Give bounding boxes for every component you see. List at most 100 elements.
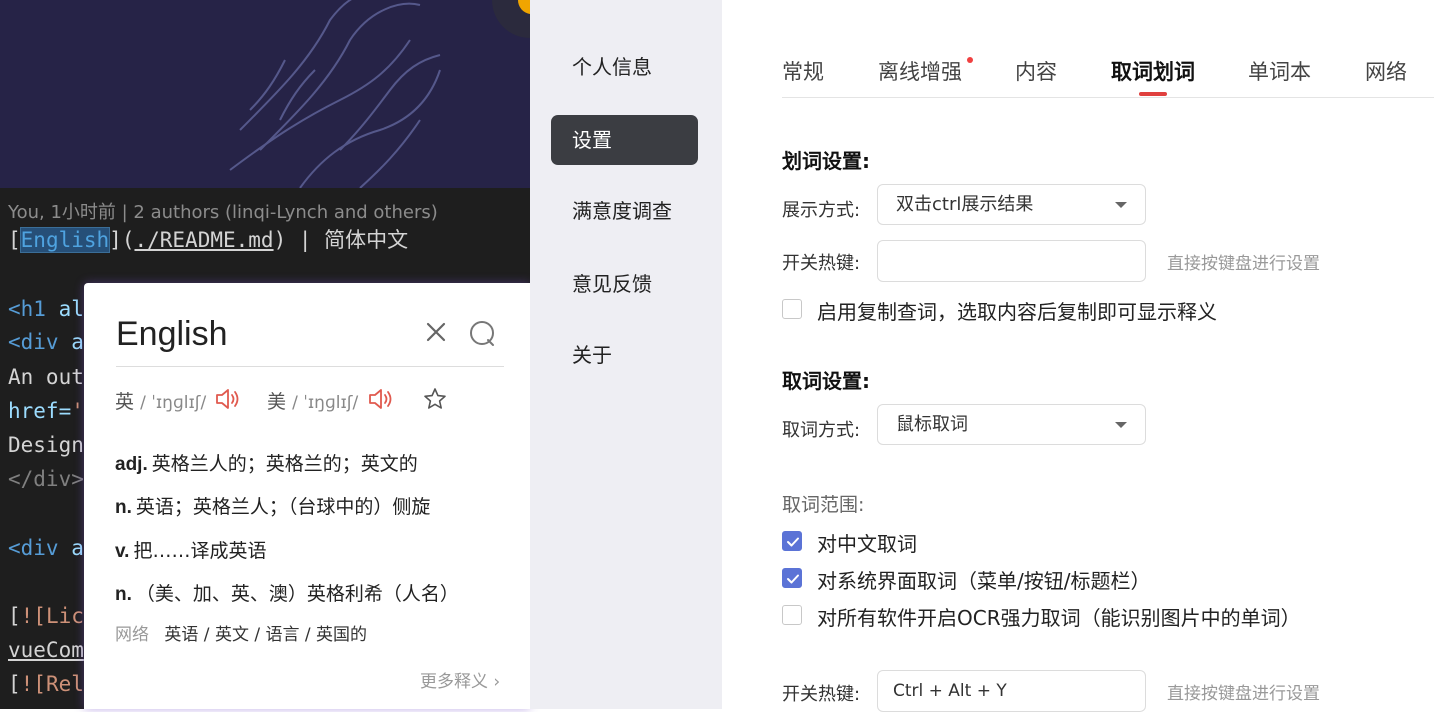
code-text: Design	[8, 433, 84, 457]
code-line: href='	[8, 397, 84, 425]
definition-text: 把……译成英语	[133, 540, 267, 562]
web-label: 网络	[115, 625, 149, 645]
capture-section-title: 取词设置:	[782, 369, 870, 393]
definition-item: n. 英语；英格兰人；（台球中的）侧旋	[115, 492, 430, 519]
code-bracket: ]	[109, 228, 122, 252]
definition-text: 英语；英格兰人；（台球中的）侧旋	[135, 496, 431, 518]
git-blame-text: You, 1小时前 | 2 authors (linqi-Lynch and o…	[8, 202, 438, 223]
code-text: An out	[8, 365, 84, 389]
copy-lookup-checkbox[interactable]	[782, 299, 802, 319]
us-pronunciation: 美 / ˈɪŋɡlɪʃ/	[267, 387, 358, 414]
uk-phonetic: / ˈɪŋɡlɪʃ/	[140, 393, 207, 413]
code-tag: >	[71, 467, 84, 491]
speaker-icon[interactable]	[367, 386, 395, 412]
more-definitions-link[interactable]: 更多释义 ›	[420, 667, 500, 692]
highlight-section-title: 划词设置:	[782, 149, 870, 173]
code-tag: </div	[8, 467, 72, 491]
definition-item: v. 把……译成英语	[115, 536, 266, 563]
capture-ocr-label: 对所有软件开启OCR强力取词（能识别图片中的单词）	[817, 606, 1301, 630]
capture-mode-value: 鼠标取词	[896, 414, 968, 435]
checkmark-icon	[787, 574, 799, 584]
active-tab-indicator	[1139, 92, 1167, 96]
capture-option-chinese[interactable]: 对中文取词	[782, 531, 982, 556]
code-line-readme-link[interactable]: [English](./README.md) | 简体中文	[8, 226, 408, 254]
definition-item: adj. 英格兰人的；英格兰的；英文的	[115, 449, 418, 476]
popup-headword: English	[116, 315, 228, 353]
code-attr: a	[58, 536, 84, 560]
capture-mode-label: 取词方式:	[782, 420, 861, 441]
code-string: '	[71, 399, 84, 423]
uk-label: 英	[115, 391, 135, 413]
code-line: </div>	[8, 465, 84, 493]
tab-content[interactable]: 内容	[1015, 56, 1057, 86]
tab-wordbook[interactable]: 单词本	[1248, 56, 1311, 86]
sidebar-item-survey[interactable]: 满意度调查	[551, 186, 698, 236]
definition-text: 英格兰人的；英格兰的；英文的	[151, 453, 418, 475]
capture-option-ocr[interactable]: 对所有软件开启OCR强力取词（能识别图片中的单词）	[782, 605, 1342, 630]
search-icon[interactable]	[468, 319, 496, 347]
settings-content: 常规 离线增强 内容 取词划词 单词本 网络 划词设置: 展示方式: 双击ctr…	[722, 0, 1434, 712]
code-tag: <h1	[8, 297, 46, 321]
sidebar-item-feedback[interactable]: 意见反馈	[551, 259, 698, 309]
sidebar-item-profile[interactable]: 个人信息	[551, 42, 698, 92]
highlight-hotkey-hint: 直接按键盘进行设置	[1167, 254, 1320, 274]
uk-pronunciation: 英 / ˈɪŋɡlɪʃ/	[115, 387, 206, 414]
display-mode-value: 双击ctrl展示结果	[896, 194, 1034, 215]
display-mode-label: 展示方式:	[782, 200, 861, 221]
code-line: An out	[8, 363, 84, 391]
us-label: 美	[267, 391, 287, 413]
tab-general[interactable]: 常规	[782, 56, 824, 86]
tab-network[interactable]: 网络	[1365, 56, 1407, 86]
code-bracket: [	[8, 672, 21, 696]
capture-hotkey-input[interactable]: Ctrl + Alt + Y	[877, 670, 1146, 712]
selected-word[interactable]: English	[19, 227, 111, 253]
code-line: <div a	[8, 328, 84, 356]
settings-sidebar: 个人信息 设置 满意度调查 意见反馈 关于	[530, 0, 722, 709]
capture-chinese-checkbox[interactable]	[782, 531, 802, 551]
code-line: Design	[8, 431, 84, 459]
code-text: | 简体中文	[286, 228, 409, 252]
sidebar-item-settings[interactable]: 设置	[551, 115, 698, 165]
code-paren: (	[121, 228, 135, 252]
display-mode-select[interactable]: 双击ctrl展示结果	[877, 184, 1146, 225]
capture-mode-select[interactable]: 鼠标取词	[877, 404, 1146, 445]
code-attr: href=	[8, 399, 72, 423]
code-line: vueCom	[8, 636, 84, 664]
chevron-down-icon	[1115, 422, 1127, 428]
part-of-speech: adj.	[115, 454, 148, 475]
readme-link[interactable]: ./README.md	[134, 228, 273, 252]
tab-word-capture[interactable]: 取词划词	[1111, 56, 1195, 86]
speaker-icon[interactable]	[214, 386, 242, 412]
capture-system-ui-label: 对系统界面取词（菜单/按钮/标题栏）	[817, 569, 1151, 593]
tabs-divider	[782, 97, 1434, 98]
copy-lookup-option[interactable]: 启用复制查词，选取内容后复制即可显示释义	[782, 299, 1262, 324]
tab-offline[interactable]: 离线增强	[878, 56, 962, 86]
sidebar-item-about[interactable]: 关于	[551, 330, 698, 380]
close-icon[interactable]	[423, 319, 449, 345]
code-string: ![Rel	[20, 672, 84, 696]
capture-chinese-label: 对中文取词	[817, 532, 917, 556]
code-tag: <div	[8, 536, 59, 560]
definition-text: （美、加、英、澳）英格利希（人名）	[135, 583, 459, 605]
code-attr: a	[58, 330, 84, 354]
capture-hotkey-hint: 直接按键盘进行设置	[1167, 684, 1320, 704]
capture-system-ui-checkbox[interactable]	[782, 568, 802, 588]
highlight-hotkey-label: 开关热键:	[782, 253, 861, 274]
popup-divider	[116, 366, 504, 367]
decorative-illustration	[0, 0, 530, 188]
web-definitions: 网络 英语 / 英文 / 语言 / 英国的	[115, 620, 367, 645]
code-bracket: [	[8, 228, 21, 252]
code-paren: )	[273, 228, 287, 252]
capture-ocr-checkbox[interactable]	[782, 605, 802, 625]
checkmark-icon	[787, 537, 799, 547]
code-line: [![Rel	[8, 670, 84, 698]
web-values: 英语 / 英文 / 语言 / 英国的	[164, 625, 368, 645]
star-icon[interactable]	[422, 386, 448, 412]
code-bracket: [	[8, 604, 21, 628]
highlight-hotkey-input[interactable]	[877, 240, 1146, 282]
capture-option-system-ui[interactable]: 对系统界面取词（菜单/按钮/标题栏）	[782, 568, 1202, 593]
definition-item: n. （美、加、英、澳）英格利希（人名）	[115, 579, 459, 606]
part-of-speech: n.	[115, 584, 132, 605]
code-text: vueCom	[8, 638, 84, 662]
editor-background-art	[0, 0, 530, 188]
